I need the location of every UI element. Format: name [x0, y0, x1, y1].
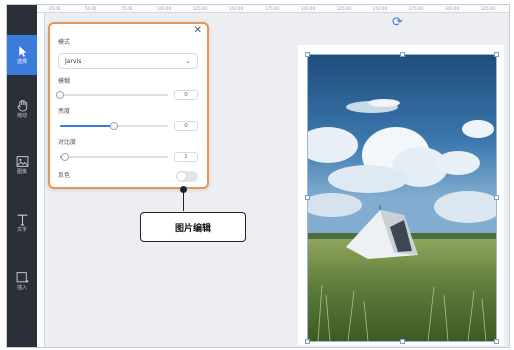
resize-handle-w[interactable] — [305, 195, 310, 200]
ruler-top: 25.00 50.00 75.00 100.00 125.00 150.00 1… — [37, 5, 509, 13]
insert-icon — [16, 272, 28, 283]
contrast-value-input[interactable]: 1 — [174, 152, 198, 162]
left-toolbar: 选择 拖动 图像 文字 插入 — [7, 5, 37, 347]
resize-handle-ne[interactable] — [494, 52, 499, 57]
cursor-icon — [18, 46, 26, 57]
ruler-tick: 200.00 — [301, 6, 315, 11]
ruler-tick: 125.00 — [193, 6, 207, 11]
ruler-tick: 25.00 — [49, 6, 61, 11]
contrast-label: 对比度 — [58, 139, 77, 146]
callout-label: 图片编辑 — [140, 212, 246, 242]
resize-handle-se[interactable] — [494, 339, 499, 344]
hand-icon — [17, 99, 27, 112]
ruler-left — [37, 13, 45, 347]
tool-text[interactable]: 文字 — [7, 203, 37, 243]
tool-drag[interactable]: 拖动 — [7, 89, 37, 129]
resize-handle-e[interactable] — [494, 195, 499, 200]
tent-meadow-image — [308, 55, 496, 341]
resize-handle-n[interactable] — [400, 52, 405, 57]
brightness-slider-fill — [60, 125, 114, 127]
tool-insert[interactable]: 插入 — [7, 261, 37, 301]
blur-slider-knob[interactable] — [56, 91, 64, 99]
blur-slider[interactable] — [56, 91, 168, 99]
ruler-tick: 50.00 — [85, 6, 97, 11]
invert-toggle-knob — [177, 172, 186, 181]
mode-select[interactable]: Jarvis ⌄ — [58, 53, 198, 69]
tool-image[interactable]: 图像 — [7, 145, 37, 185]
contrast-slider-knob[interactable] — [61, 153, 70, 161]
mode-select-value: Jarvis — [65, 58, 82, 65]
tool-text-label: 文字 — [16, 227, 27, 233]
text-icon — [17, 214, 27, 226]
rotate-icon[interactable]: ⟳ — [392, 16, 403, 29]
invert-toggle[interactable] — [176, 171, 198, 182]
invert-label: 反色 — [58, 172, 71, 179]
tool-select[interactable]: 选择 — [7, 35, 37, 75]
blur-value-input[interactable]: 0 — [174, 90, 198, 100]
brightness-value-input[interactable]: 0 — [174, 121, 198, 131]
ruler-tick: 75.00 — [121, 6, 133, 11]
brightness-slider-knob[interactable] — [110, 122, 118, 130]
mode-label: 模式 — [58, 39, 71, 46]
tool-insert-label: 插入 — [16, 285, 27, 291]
image-icon — [16, 156, 28, 167]
tool-image-label: 图像 — [16, 169, 27, 175]
callout-pointer-line — [183, 190, 184, 211]
image-edit-panel: ✕ 模式 Jarvis ⌄ 模糊 0 亮度 0 对比度 1 反色 — [48, 22, 209, 189]
tool-select-label: 选择 — [16, 59, 27, 65]
ruler-tick: 100.00 — [157, 6, 171, 11]
resize-handle-sw[interactable] — [305, 339, 310, 344]
chevron-down-icon: ⌄ — [185, 57, 191, 65]
ruler-tick: 325.00 — [481, 6, 495, 11]
blur-label: 模糊 — [58, 78, 71, 85]
resize-handle-nw[interactable] — [305, 52, 310, 57]
resize-handle-s[interactable] — [400, 339, 405, 344]
ruler-tick: 275.00 — [409, 6, 423, 11]
ruler-tick: 175.00 — [265, 6, 279, 11]
contrast-slider[interactable] — [60, 153, 168, 161]
tool-drag-label: 拖动 — [16, 113, 27, 119]
ruler-tick: 150.00 — [229, 6, 243, 11]
brightness-slider[interactable] — [60, 122, 168, 130]
ruler-tick: 225.00 — [337, 6, 351, 11]
landscape-photo — [308, 55, 496, 341]
selected-image-frame[interactable] — [307, 54, 497, 342]
brightness-label: 亮度 — [58, 108, 71, 115]
ruler-tick: 250.00 — [373, 6, 387, 11]
close-icon[interactable]: ✕ — [194, 26, 202, 36]
ruler-tick: 300.00 — [445, 6, 459, 11]
